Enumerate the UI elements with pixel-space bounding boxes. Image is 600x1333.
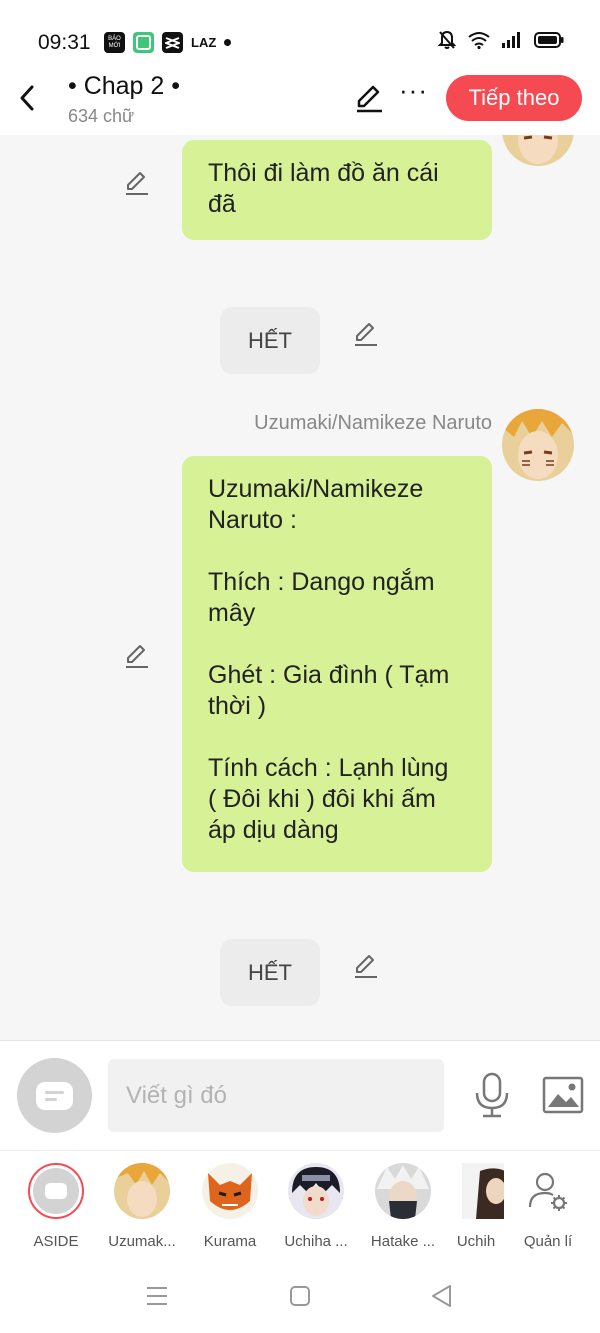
message-line: đã	[208, 190, 236, 218]
character-name: Quản lí	[523, 1233, 573, 1250]
message-bubble[interactable]: Uzumaki/Namikeze Naruto : Thích : Dango …	[182, 456, 492, 872]
notification-dot-icon	[224, 39, 232, 46]
character-avatar	[288, 1163, 344, 1219]
character-bar: ASIDE Uzumak... Kurama Uchiha ... Hatake…	[0, 1150, 600, 1260]
character-name: Kurama	[203, 1233, 257, 1250]
character-avatar[interactable]	[502, 135, 574, 166]
pencil-icon	[355, 323, 377, 346]
more-dots-icon: ···	[399, 75, 428, 105]
pencil-icon	[126, 172, 148, 195]
green-square-app-icon	[133, 32, 154, 53]
edit-message-button[interactable]	[123, 642, 151, 670]
character-name: Uchih	[456, 1233, 496, 1250]
more-options-button[interactable]: ···	[399, 77, 429, 109]
message-input[interactable]	[108, 1059, 444, 1132]
character-aside[interactable]: ASIDE	[16, 1163, 96, 1250]
system-nav-bar	[0, 1260, 600, 1333]
message-bubble[interactable]: Thôi đi làm đồ ăn cái đã	[182, 140, 492, 240]
character-avatar	[202, 1163, 258, 1219]
edit-title-button[interactable]	[353, 82, 385, 114]
status-system-icons	[438, 30, 564, 50]
character-kurama[interactable]: Kurama	[190, 1163, 270, 1250]
lazada-icon: LAZ	[191, 35, 217, 50]
edit-end-marker-button[interactable]	[352, 320, 380, 348]
character-avatar[interactable]	[502, 409, 574, 481]
message-line: Uzumaki/Namikeze	[208, 475, 424, 503]
manage-characters-button[interactable]: Quản lí	[508, 1163, 588, 1250]
back-button[interactable]	[14, 81, 42, 115]
character-name: ASIDE	[33, 1233, 79, 1250]
message-line: Thôi đi làm đồ ăn cái	[208, 159, 439, 187]
sender-name: Uzumaki/Namikeze Naruto	[254, 412, 492, 434]
message-line: Tính cách : Lạnh lùng	[208, 754, 449, 782]
character-avatar	[375, 1163, 431, 1219]
signal-icon	[502, 32, 520, 48]
aside-card-icon	[45, 1183, 67, 1199]
message-input-bar	[0, 1040, 600, 1150]
edit-end-marker-button[interactable]	[352, 952, 380, 980]
message-line: ( Đôi khi ) đôi khi ấm	[208, 785, 436, 813]
end-marker[interactable]: HẾT	[220, 307, 320, 374]
message-line: thời )	[208, 692, 267, 720]
capcut-icon	[162, 32, 183, 53]
message-line: Ghét : Gia đình ( Tạm	[208, 661, 450, 689]
word-count: 634 chữ	[68, 106, 135, 126]
user-settings-icon	[520, 1163, 576, 1219]
end-marker[interactable]: HẾT	[220, 939, 320, 1006]
character-avatar	[114, 1163, 170, 1219]
edit-message-button[interactable]	[123, 169, 151, 197]
status-app-icons: BÁO MỚI LAZ	[104, 32, 232, 53]
home-icon[interactable]	[288, 1285, 312, 1307]
message-line: mây	[208, 599, 256, 627]
menu-icon[interactable]	[145, 1285, 169, 1307]
message-line	[208, 536, 466, 567]
character-avatar	[462, 1163, 504, 1219]
pencil-icon	[355, 955, 377, 978]
status-time: 09:31	[38, 31, 91, 54]
bell-off-icon	[438, 30, 456, 49]
character-name: Uzumak...	[108, 1233, 176, 1250]
chapter-title[interactable]: • Chap 2 •	[68, 72, 180, 101]
status-bar: 09:31 BÁO MỚI LAZ	[0, 0, 600, 75]
character-hatake[interactable]: Hatake ...	[363, 1163, 443, 1250]
message-line: Naruto :	[208, 506, 297, 534]
message-line: Thích : Dango ngắm	[208, 568, 435, 596]
pencil-icon	[357, 85, 382, 113]
chapter-header: • Chap 2 • 634 chữ ··· Tiếp theo	[0, 72, 600, 135]
chevron-left-icon	[20, 85, 34, 111]
microphone-icon	[475, 1072, 509, 1118]
battery-icon	[534, 32, 564, 48]
image-icon	[542, 1076, 584, 1114]
voice-input-button[interactable]	[470, 1071, 514, 1119]
aside-avatar	[28, 1163, 84, 1219]
character-uchiha[interactable]: Uchiha ...	[276, 1163, 356, 1250]
character-uchiha-2[interactable]: Uchih	[448, 1163, 504, 1250]
pencil-icon	[126, 645, 148, 668]
baomoi-app-icon: BÁO MỚI	[104, 32, 125, 53]
character-name: Uchiha ...	[284, 1233, 348, 1250]
character-naruto[interactable]: Uzumak...	[102, 1163, 182, 1250]
back-triangle-icon[interactable]	[429, 1284, 455, 1308]
aside-card-icon	[36, 1082, 73, 1110]
message-line: áp dịu dàng	[208, 816, 339, 844]
wifi-icon	[468, 32, 490, 49]
aside-toggle-button[interactable]	[17, 1058, 92, 1133]
character-name: Hatake ...	[370, 1233, 436, 1250]
insert-image-button[interactable]	[541, 1075, 585, 1115]
chat-area[interactable]: Thôi đi làm đồ ăn cái đã HẾT Uzumaki/Nam…	[0, 135, 600, 1040]
message-line	[208, 722, 466, 753]
message-line	[208, 629, 466, 660]
next-chapter-button[interactable]: Tiếp theo	[446, 75, 582, 121]
